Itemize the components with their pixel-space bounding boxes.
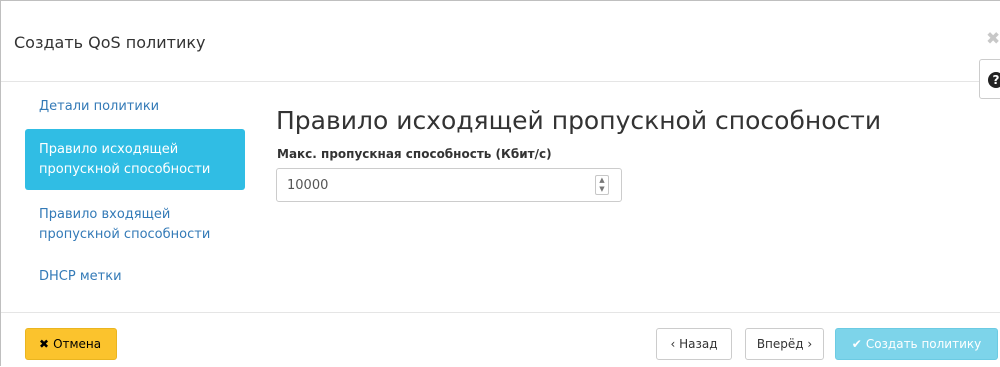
create-qos-policy-dialog: Создать QoS политику ✖ ? Детали политики… [0, 0, 1000, 366]
max-bandwidth-label: Макс. пропускная способность (Кбит/с) [277, 147, 552, 161]
nav-item-label-line1: Правило исходящей [39, 142, 179, 157]
cancel-button-label: Отмена [53, 337, 102, 351]
max-bandwidth-value: 10000 [287, 178, 329, 193]
spinner-down-icon[interactable]: ▼ [596, 185, 608, 194]
close-icon: ✖ [39, 337, 50, 351]
help-button[interactable]: ? [979, 59, 1000, 99]
next-button-label: Вперёд › [756, 337, 813, 351]
dialog-header: Создать QoS политику ✖ [1, 1, 1000, 82]
nav-item-ingress-bandwidth-rule[interactable]: Правило входящей пропускной способности [25, 205, 245, 245]
number-spinner[interactable]: ▲ ▼ [595, 175, 609, 195]
nav-item-egress-bandwidth-rule[interactable]: Правило исходящей пропускной способности [25, 129, 245, 190]
nav-item-label: Детали политики [39, 99, 160, 114]
nav-item-label-line1: Правило входящей [39, 207, 171, 222]
back-button[interactable]: ‹ Назад [656, 328, 732, 360]
back-button-label: ‹ Назад [670, 337, 718, 351]
cancel-button[interactable]: ✖ Отмена [25, 328, 117, 360]
nav-item-label: DHCP метки [39, 269, 122, 284]
check-icon: ✔ [851, 337, 862, 351]
close-icon[interactable]: ✖ [986, 29, 1000, 49]
create-policy-button[interactable]: ✔ Создать политику [835, 328, 998, 360]
step-title: Правило исходящей пропускной способности [276, 106, 882, 135]
nav-item-label-line2: пропускной способности [39, 227, 211, 242]
nav-item-label-line2: пропускной способности [39, 162, 211, 177]
dialog-footer: ✖ Отмена ‹ Назад Вперёд › ✔ Создать полити… [1, 312, 1000, 367]
question-circle-icon: ? [988, 72, 1000, 88]
spinner-up-icon[interactable]: ▲ [596, 176, 608, 185]
nav-item-policy-details[interactable]: Детали политики [25, 97, 245, 117]
create-policy-button-label: Создать политику [865, 337, 982, 351]
max-bandwidth-input[interactable]: 10000 ▲ ▼ [276, 168, 622, 202]
nav-item-dhcp-marks[interactable]: DHCP метки [25, 267, 245, 287]
next-button[interactable]: Вперёд › [745, 328, 824, 360]
dialog-title: Создать QoS политику [14, 33, 206, 52]
